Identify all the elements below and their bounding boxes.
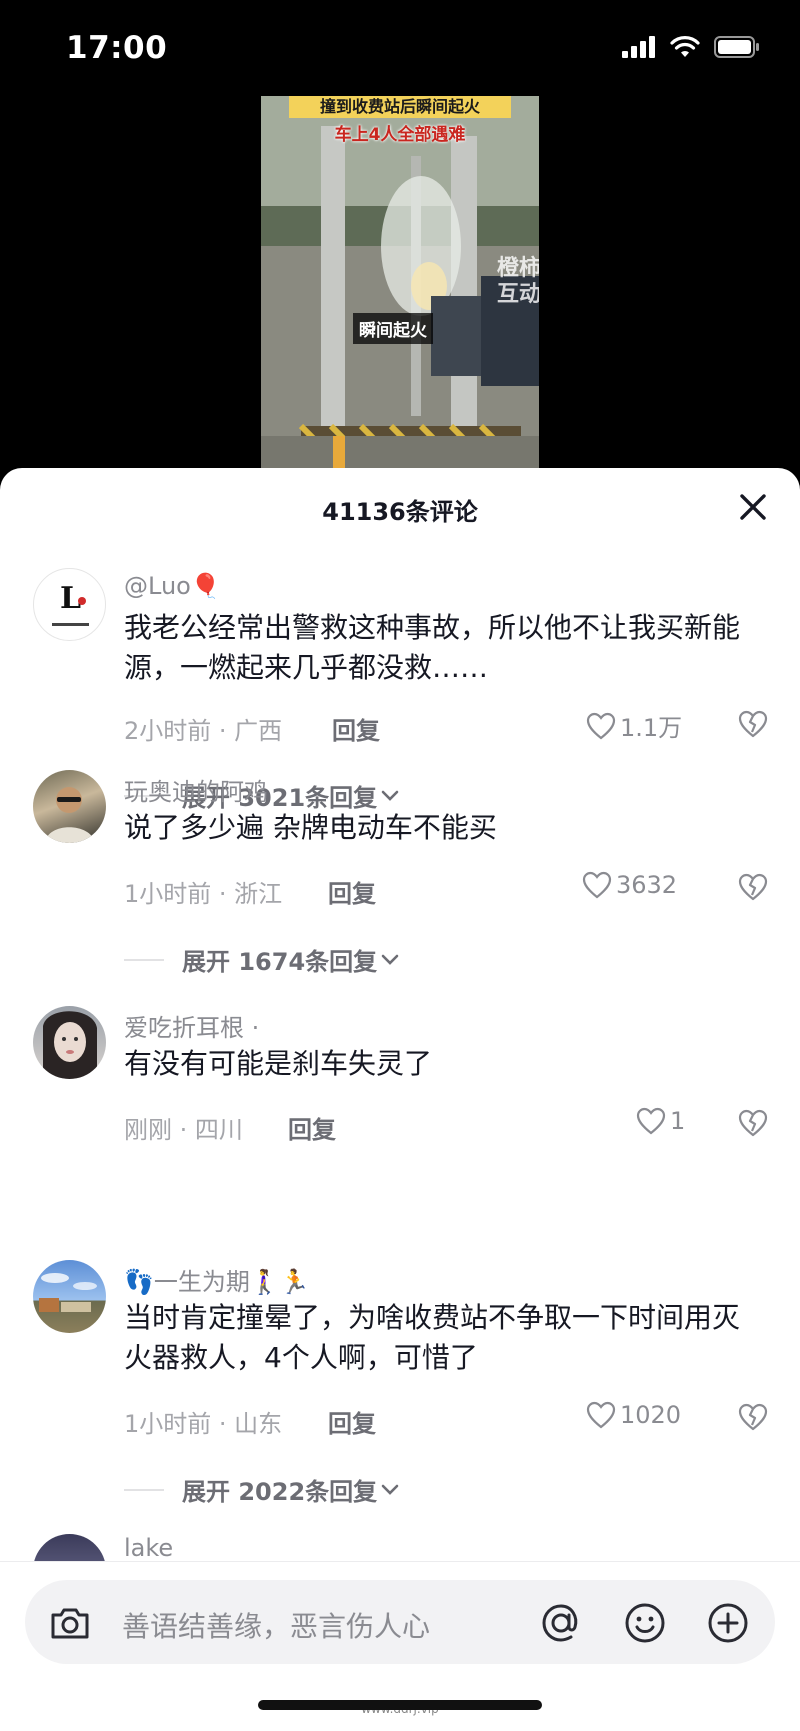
reply-button[interactable]: 回复 <box>288 1110 336 1145</box>
close-icon[interactable] <box>736 490 770 524</box>
avatar-logo-mark <box>78 597 86 605</box>
comment-input-bar: 善语结善缘，恶言伤人心 www.ddrj.vip <box>0 1561 800 1731</box>
like-count: 3632 <box>616 871 678 899</box>
status-time: 17:00 <box>66 30 168 66</box>
like-button[interactable]: 1.1万 <box>586 708 682 743</box>
like-button[interactable]: 1 <box>636 1107 685 1135</box>
reply-button[interactable]: 回复 <box>328 1404 376 1439</box>
avatar-photo <box>45 787 95 843</box>
avatar-photo <box>43 1011 97 1079</box>
chevron-down-icon <box>381 1484 399 1495</box>
video-watermark: 橙柿互动 <box>497 256 539 307</box>
comment-username[interactable]: 👣一生为期🚶‍♀️🏃 <box>124 1262 310 1297</box>
expand-replies-label: 展开 1674条回复 <box>182 948 378 976</box>
chevron-down-icon <box>381 790 399 801</box>
avatar-photo <box>39 1273 97 1312</box>
comment-meta: 1小时前 · 山东 <box>124 1410 283 1438</box>
comment-meta: 2小时前 · 广西 <box>124 717 283 745</box>
mention-icon[interactable] <box>538 1600 584 1646</box>
emoji-icon[interactable] <box>622 1600 668 1646</box>
comment-input-placeholder: 善语结善缘，恶言伤人心 <box>122 1610 431 1643</box>
home-indicator <box>258 1700 542 1710</box>
wifi-icon <box>670 36 700 57</box>
status-icons <box>622 36 760 58</box>
dislike-icon[interactable] <box>738 1108 768 1138</box>
comment-input[interactable]: 善语结善缘，恶言伤人心 <box>25 1580 775 1664</box>
avatar[interactable] <box>33 1006 106 1079</box>
comment-username[interactable]: lake <box>124 1534 173 1562</box>
expand-replies-button[interactable]: 展开 1674条回复 <box>124 942 401 977</box>
add-icon[interactable] <box>705 1600 751 1646</box>
comment-username[interactable]: @Luo🎈 <box>124 572 221 600</box>
video-player[interactable]: 撞到收费站后瞬间起火 车上4人全部遇难 瞬间起火 橙柿互动 <box>261 96 539 468</box>
video-banner-title: 撞到收费站后瞬间起火 <box>289 96 511 118</box>
comment-meta: 1小时前 · 浙江 <box>124 880 283 908</box>
reply-button[interactable]: 回复 <box>328 874 376 909</box>
comment-text: 我老公经常出警救这种事故，所以他不让我买新能源，一燃起来几乎都没救…… <box>124 611 741 684</box>
expand-replies-button[interactable]: 展开 2022条回复 <box>124 1472 401 1507</box>
heart-icon <box>582 871 612 899</box>
like-button[interactable]: 3632 <box>582 871 677 899</box>
expand-divider <box>124 1488 164 1491</box>
dislike-icon[interactable] <box>738 709 768 739</box>
like-count: 1.1万 <box>620 714 683 742</box>
comment-username[interactable]: 玩奥迪的阿鸡 <box>124 772 268 807</box>
like-count: 1020 <box>620 1401 682 1429</box>
avatar[interactable]: L <box>33 568 106 641</box>
camera-icon[interactable] <box>47 1600 93 1646</box>
battery-icon <box>714 36 759 58</box>
dislike-icon[interactable] <box>738 872 768 902</box>
comment-text: 有没有可能是刹车失灵了 <box>124 1047 433 1080</box>
avatar-logo-text: L <box>59 581 82 616</box>
heart-icon <box>586 712 616 739</box>
video-caption: 瞬间起火 <box>353 313 433 344</box>
avatar-logo-line <box>52 623 89 626</box>
like-count: 1 <box>670 1107 686 1135</box>
comment-username[interactable]: 爱吃折耳根 · <box>124 1008 259 1043</box>
like-button[interactable]: 1020 <box>586 1401 681 1429</box>
status-bar: 17:00 <box>0 0 800 100</box>
expand-replies-label: 展开 2022条回复 <box>182 1478 378 1506</box>
comment-sheet: 41136条评论 L @Luo🎈 我老公经常出警救这种事故，所以他不让我买新能源… <box>0 468 800 1731</box>
reply-button[interactable]: 回复 <box>332 711 380 746</box>
signal-icon <box>622 36 655 58</box>
comment-count-title: 41136条评论 <box>322 498 478 526</box>
avatar[interactable] <box>33 1260 106 1333</box>
comment-text: 当时肯定撞晕了，为啥收费站不争取一下时间用灭火器救人，4个人啊，可惜了 <box>124 1301 741 1374</box>
dislike-icon[interactable] <box>738 1402 768 1432</box>
avatar[interactable] <box>33 770 106 843</box>
video-banner-subtitle: 车上4人全部遇难 <box>334 125 466 145</box>
chevron-down-icon <box>381 954 399 965</box>
heart-icon <box>636 1107 666 1135</box>
heart-icon <box>586 1401 616 1429</box>
expand-divider <box>124 958 164 961</box>
comment-text: 说了多少遍 杂牌电动车不能买 <box>124 811 497 844</box>
comment-meta: 刚刚 · 四川 <box>124 1116 243 1144</box>
